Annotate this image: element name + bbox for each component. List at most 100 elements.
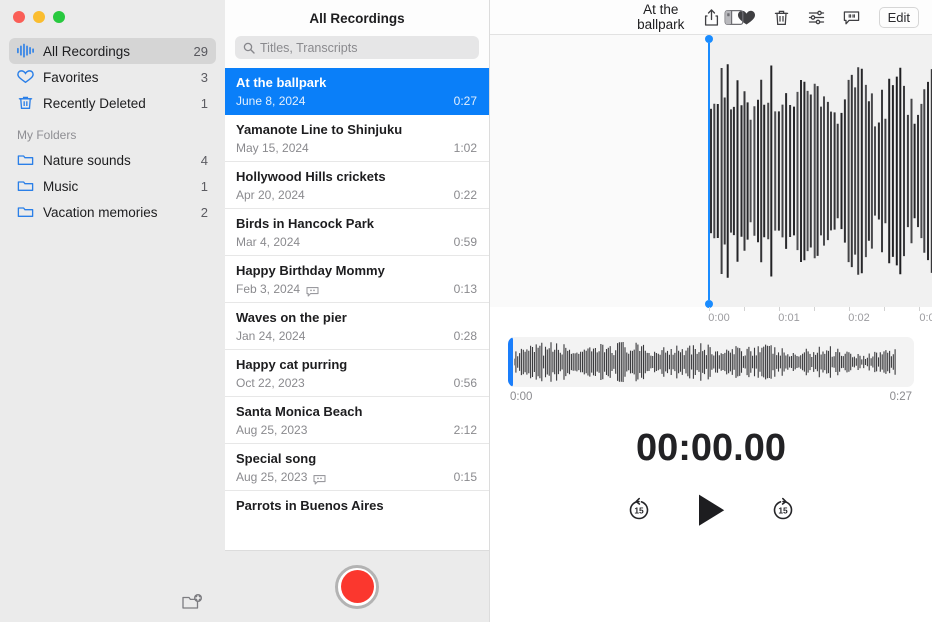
sidebar-toggle-icon[interactable] — [724, 9, 744, 26]
record-dot-icon — [340, 570, 374, 603]
play-button[interactable] — [693, 492, 729, 528]
recording-duration: 0:22 — [453, 188, 477, 202]
sidebar-folder-nature-sounds[interactable]: Nature sounds 4 — [9, 147, 216, 173]
transport-controls: 15 15 — [490, 492, 932, 528]
sidebar-folder-count: 4 — [200, 152, 208, 168]
recording-duration: 1:02 — [453, 141, 477, 155]
recording-date: Aug 25, 2023 — [236, 423, 308, 437]
sliders-icon — [808, 10, 824, 24]
search-icon — [243, 42, 255, 54]
delete-button[interactable] — [772, 8, 791, 27]
list-item[interactable]: Hollywood Hills crickets Apr 20, 2024 0:… — [225, 162, 489, 209]
sidebar-folder-label: Music — [43, 178, 79, 194]
sidebar-item-label: Favorites — [43, 69, 99, 85]
recording-meta: May 15, 2024 1:02 — [236, 141, 477, 155]
recording-date: Jan 24, 2024 — [236, 329, 306, 343]
playhead[interactable] — [705, 35, 713, 308]
overview-playhead[interactable] — [508, 337, 513, 387]
recording-title: At the ballpark — [236, 75, 327, 90]
skip-back-label: 15 — [634, 506, 644, 516]
sidebar-item-label: All Recordings — [43, 43, 131, 59]
sidebar-footer — [0, 582, 225, 622]
recording-meta: Mar 4, 2024 0:59 — [236, 235, 477, 249]
waveform-overview-bars — [514, 342, 896, 382]
recording-title: Happy cat purring — [236, 357, 348, 372]
recording-title: Special song — [236, 451, 317, 466]
recording-duration: 0:28 — [453, 329, 477, 343]
toolbar: At the ballpark Edit — [490, 0, 932, 35]
recording-duration: 0:59 — [453, 235, 477, 249]
minimize-window-button[interactable] — [33, 11, 45, 23]
sidebar-item-favorites[interactable]: Favorites 3 — [9, 64, 216, 90]
list-item[interactable]: Happy cat purring Oct 22, 2023 0:56 — [225, 350, 489, 397]
overview-end-time: 0:27 — [889, 391, 912, 403]
sidebar-folder-label: Nature sounds — [43, 152, 131, 168]
recording-meta: Aug 25, 2023 0:15 — [236, 470, 477, 485]
recording-title: Hollywood Hills crickets — [236, 169, 386, 184]
list-item[interactable]: Happy Birthday Mommy Feb 3, 2024 0:13 — [225, 256, 489, 303]
recording-duration: 0:13 — [453, 282, 477, 296]
sidebar-item-label: Recently Deleted — [43, 95, 146, 111]
waveform-detail[interactable]: 0:00 0:01 0:02 0:0 — [490, 35, 932, 323]
recording-meta: June 8, 2024 0:27 — [236, 94, 477, 108]
timeline-ruler[interactable]: 0:00 0:01 0:02 0:0 — [490, 307, 932, 323]
sidebar-folder-count: 1 — [200, 178, 208, 194]
timeline-label: 0:0 — [919, 312, 932, 323]
list-item[interactable]: Santa Monica Beach Aug 25, 2023 2:12 — [225, 397, 489, 444]
recording-title: Waves on the pier — [236, 310, 347, 325]
recording-date: Aug 25, 2023 — [236, 470, 308, 484]
close-window-button[interactable] — [13, 11, 25, 23]
list-item[interactable]: Parrots in Buenos Aires — [225, 491, 489, 538]
sidebar-item-all-recordings[interactable]: All Recordings 29 — [9, 38, 216, 64]
page-title: At the ballpark — [637, 2, 685, 32]
current-time-display: 00:00.00 — [635, 427, 786, 469]
transcript-button[interactable] — [842, 8, 861, 27]
list-item[interactable]: Special song Aug 25, 2023 0:15 — [225, 444, 489, 491]
sidebar-folder-vacation-memories[interactable]: Vacation memories 2 — [9, 199, 216, 225]
waveform-overview[interactable] — [508, 337, 914, 387]
sidebar-item-recently-deleted[interactable]: Recently Deleted 1 — [9, 90, 216, 116]
recording-duration: 0:15 — [453, 470, 477, 484]
skip-forward-15-icon[interactable]: 15 — [769, 496, 797, 524]
voice-memos-window: All Recordings 29 Favorites 3 Recently D… — [0, 0, 932, 622]
recording-meta: Feb 3, 2024 0:13 — [236, 282, 477, 297]
sidebar-item-count: 3 — [200, 69, 208, 85]
edit-button[interactable]: Edit — [878, 6, 919, 28]
recording-date: Oct 22, 2023 — [236, 376, 305, 390]
new-folder-icon[interactable] — [181, 592, 203, 612]
timeline-label: 0:01 — [778, 312, 800, 323]
sidebar-group-label: My Folders — [17, 128, 77, 142]
recording-duration: 0:27 — [453, 94, 477, 108]
search-input[interactable] — [260, 40, 471, 55]
search-field[interactable] — [235, 36, 479, 59]
recording-meta: Jan 24, 2024 0:28 — [236, 329, 477, 343]
transcript-bubble-icon — [843, 10, 859, 24]
record-button[interactable] — [335, 564, 379, 609]
playhead-handle-top[interactable] — [705, 35, 713, 43]
folder-icon — [16, 204, 35, 220]
recording-duration: 0:56 — [453, 376, 477, 390]
enhance-button[interactable] — [807, 8, 826, 27]
list-item[interactable]: Waves on the pier Jan 24, 2024 0:28 — [225, 303, 489, 350]
share-button[interactable] — [702, 8, 721, 27]
list-item[interactable]: Birds in Hancock Park Mar 4, 2024 0:59 — [225, 209, 489, 256]
timeline-label: 0:02 — [848, 312, 870, 323]
waveform-unplayed-region — [490, 35, 709, 307]
recording-meta: Apr 20, 2024 0:22 — [236, 188, 477, 202]
recording-title: Parrots in Buenos Aires — [236, 498, 384, 513]
overview-time-labels: 0:00 0:27 — [508, 387, 914, 403]
sidebar-folder-count: 2 — [200, 204, 208, 220]
recordings-list-column: All Recordings At the ballpark June 8, 2… — [225, 0, 490, 622]
maximize-window-button[interactable] — [53, 11, 65, 23]
folder-icon — [16, 152, 35, 168]
recording-date: Feb 3, 2024 — [236, 282, 301, 296]
waveform-bars — [710, 64, 932, 278]
list-item[interactable]: Yamanote Line to Shinjuku May 15, 2024 1… — [225, 115, 489, 162]
sidebar: All Recordings 29 Favorites 3 Recently D… — [0, 0, 225, 622]
list-item[interactable]: At the ballpark June 8, 2024 0:27 — [225, 68, 489, 115]
record-footer — [225, 550, 489, 622]
sidebar-folder-music[interactable]: Music 1 — [9, 173, 216, 199]
player-detail-pane: At the ballpark Edit 0:00 0:01 0:02 0:0 … — [490, 0, 932, 622]
skip-back-15-icon[interactable]: 15 — [625, 496, 653, 524]
recording-date: Apr 20, 2024 — [236, 188, 305, 202]
